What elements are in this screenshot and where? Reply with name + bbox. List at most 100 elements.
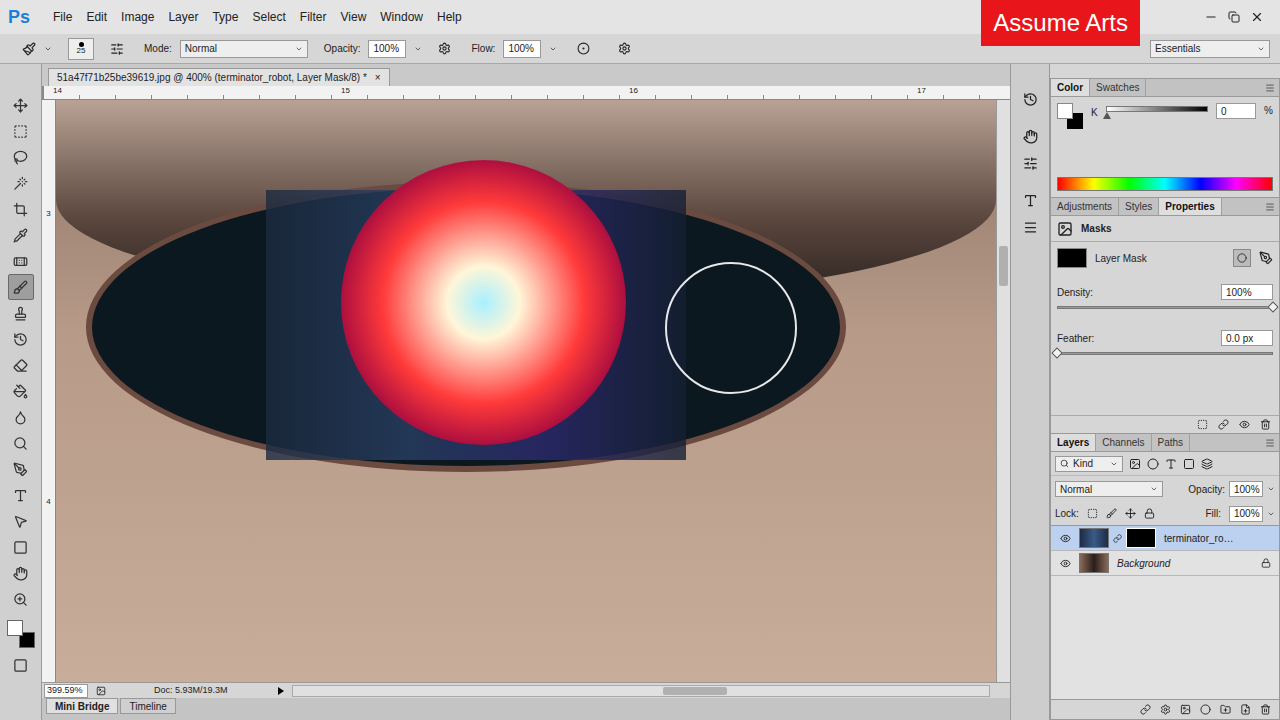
menu-item[interactable]: Type [205, 8, 245, 26]
menu-item[interactable]: Layer [161, 8, 205, 26]
path-select-tool[interactable] [8, 508, 34, 534]
menu-item[interactable]: Select [245, 8, 292, 26]
panel-tab[interactable]: Adjustments [1051, 198, 1119, 215]
layer-row[interactable]: Background [1051, 551, 1279, 576]
blur-tool[interactable] [8, 404, 34, 430]
adjustment-filter-icon[interactable] [1147, 458, 1159, 470]
menu-item[interactable]: Window [373, 8, 430, 26]
bucket-tool[interactable] [8, 378, 34, 404]
layer-mask-thumbnail[interactable] [1126, 528, 1156, 548]
zoom-field[interactable]: 399.59% [44, 684, 88, 698]
canvas-image[interactable] [56, 100, 996, 682]
brush-panel-icon[interactable] [110, 42, 124, 56]
new-layer-icon[interactable] [1240, 704, 1251, 715]
density-slider[interactable] [1057, 304, 1273, 312]
paragraph-icon[interactable] [1023, 220, 1038, 235]
link-layers-icon[interactable] [1140, 704, 1151, 715]
brush-preset[interactable]: 25 [68, 38, 94, 60]
vertical-scrollbar[interactable] [996, 100, 1010, 682]
airbrush-icon[interactable] [577, 42, 590, 55]
panel-tab[interactable]: Properties [1159, 198, 1221, 215]
delete-layer-icon[interactable] [1260, 704, 1271, 715]
document-tab[interactable]: 51a47f71b25be39619.jpg @ 400% (terminato… [48, 68, 390, 86]
menu-item[interactable]: Edit [79, 8, 114, 26]
crop-tool[interactable] [8, 196, 34, 222]
minimize-icon[interactable] [1204, 10, 1218, 24]
menu-item[interactable]: Filter [293, 8, 334, 26]
shape-filter-icon[interactable] [1183, 458, 1195, 470]
pen-tool[interactable] [8, 456, 34, 482]
panel-tab[interactable]: Color [1051, 79, 1090, 96]
panel-tab[interactable]: Swatches [1090, 79, 1146, 96]
hand-tool[interactable] [8, 560, 34, 586]
opacity-input[interactable]: 100% [368, 40, 406, 58]
menu-item[interactable]: View [334, 8, 374, 26]
feather-input[interactable]: 0.0 px [1221, 330, 1273, 346]
smart-filter-icon[interactable] [1201, 458, 1213, 470]
healing-tool[interactable] [8, 248, 34, 274]
pixel-filter-icon[interactable] [1129, 458, 1141, 470]
marquee-tool[interactable] [8, 118, 34, 144]
dropdown-icon[interactable] [44, 45, 52, 53]
history-brush-tool[interactable] [8, 326, 34, 352]
rectangle-tool[interactable] [8, 534, 34, 560]
panel-tab[interactable]: Styles [1119, 198, 1159, 215]
type-tool[interactable] [8, 482, 34, 508]
lasso-tool[interactable] [8, 144, 34, 170]
lock-all-icon[interactable] [1144, 508, 1155, 519]
density-input[interactable]: 100% [1221, 284, 1273, 300]
brush-tool[interactable] [8, 274, 34, 300]
filter-select[interactable]: Kind [1055, 456, 1123, 472]
character-icon[interactable] [1023, 193, 1038, 208]
new-adjustment-icon[interactable] [1200, 704, 1211, 715]
color-swatches[interactable] [7, 620, 35, 648]
menu-item[interactable]: Help [430, 8, 469, 26]
pressure-opacity-icon[interactable] [438, 42, 451, 55]
fg-bg-swatch[interactable] [1057, 103, 1083, 129]
adjustments-icon[interactable] [1023, 156, 1038, 171]
horizontal-scrollbar[interactable] [292, 685, 990, 697]
k-input[interactable]: 0 [1216, 103, 1256, 119]
panel-tab[interactable]: Paths [1152, 434, 1191, 451]
panel-tab[interactable]: Layers [1051, 434, 1096, 451]
feather-slider[interactable] [1057, 350, 1273, 358]
vector-mask-icon[interactable] [1259, 251, 1273, 265]
color-spectrum[interactable] [1057, 177, 1273, 191]
move-tool[interactable] [8, 92, 34, 118]
close-icon[interactable] [1250, 10, 1264, 24]
layer-style-icon[interactable] [1160, 704, 1171, 715]
panel-menu-icon[interactable] [1265, 438, 1275, 448]
pressure-size-icon[interactable] [618, 42, 631, 55]
actions-icon[interactable] [1023, 129, 1038, 144]
flow-input[interactable]: 100% [503, 40, 541, 58]
brush-tool-icon[interactable] [22, 42, 36, 56]
dodge-tool[interactable] [8, 430, 34, 456]
bottom-tab[interactable]: Timeline [120, 698, 175, 714]
export-icon[interactable] [96, 686, 106, 696]
restore-icon[interactable] [1228, 11, 1240, 23]
type-filter-icon[interactable] [1165, 458, 1177, 470]
tab-close[interactable]: × [375, 70, 381, 85]
pixel-mask-button[interactable] [1233, 249, 1251, 267]
quick-select-tool[interactable] [8, 170, 34, 196]
menu-item[interactable]: File [46, 8, 79, 26]
eraser-tool[interactable] [8, 352, 34, 378]
layer-opacity-input[interactable]: 100% [1229, 481, 1263, 497]
add-mask-icon[interactable] [1180, 704, 1191, 715]
layer-row[interactable]: terminator_ro… [1051, 526, 1279, 551]
new-group-icon[interactable] [1220, 704, 1231, 715]
workspace-select[interactable]: Essentials [1150, 40, 1270, 58]
load-selection-icon[interactable] [1197, 419, 1208, 430]
fill-input[interactable]: 100% [1229, 506, 1263, 522]
lock-pixels-icon[interactable] [1106, 508, 1117, 519]
mask-link-icon[interactable] [1113, 534, 1122, 543]
panel-menu-icon[interactable] [1265, 202, 1275, 212]
mode-select[interactable]: Normal [180, 40, 308, 58]
panel-menu-icon[interactable] [1265, 83, 1275, 93]
quick-mask-icon[interactable] [13, 658, 28, 673]
panel-tab[interactable]: Channels [1096, 434, 1151, 451]
lock-position-icon[interactable] [1125, 508, 1136, 519]
stamp-tool[interactable] [8, 300, 34, 326]
apply-mask-icon[interactable] [1218, 419, 1229, 430]
visibility-icon[interactable] [1060, 558, 1071, 569]
